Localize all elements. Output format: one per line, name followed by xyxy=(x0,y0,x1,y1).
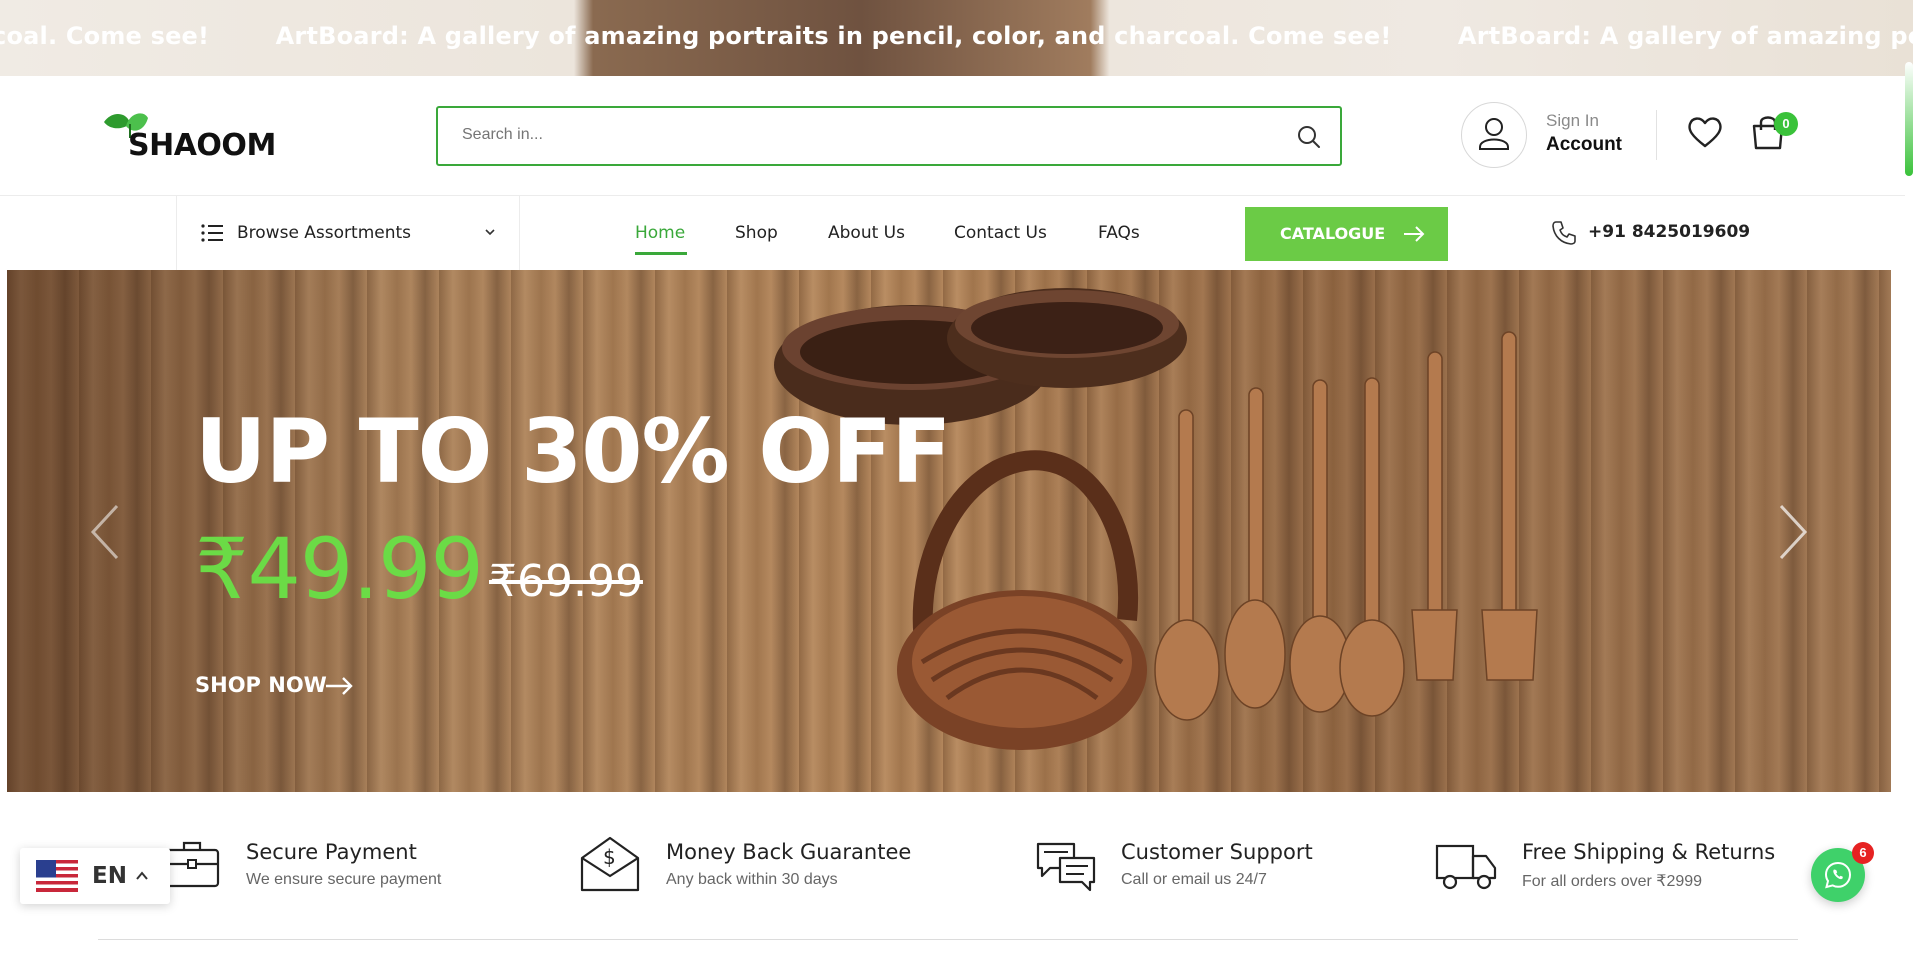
main-nav: Browse Assortments Home Shop About Us Co… xyxy=(0,196,1905,270)
arrow-right-icon xyxy=(1404,226,1425,242)
phone-number-link[interactable]: +91 8425019609 xyxy=(1588,222,1750,242)
search-input[interactable] xyxy=(462,126,1262,144)
section-divider xyxy=(98,939,1798,940)
language-switcher[interactable]: EN xyxy=(20,848,170,904)
feature-title: Money Back Guarantee xyxy=(666,840,912,864)
wooden-kitchenware-image xyxy=(774,288,1538,750)
announcement-item[interactable]: ArtBoard: A gallery of amazing portraits… xyxy=(276,22,1392,50)
browse-assortments-label: Browse Assortments xyxy=(237,223,412,243)
hero-title: UP TO 30% OFF xyxy=(195,400,951,503)
feature-title: Customer Support xyxy=(1121,840,1313,864)
svg-text:$: $ xyxy=(603,845,616,869)
chevron-up-icon xyxy=(136,871,148,880)
hero-original-price: ₹69.99 xyxy=(489,556,643,607)
truck-icon xyxy=(1435,844,1497,890)
nav-link-contact-us[interactable]: Contact Us xyxy=(954,223,1047,243)
wishlist-button[interactable] xyxy=(1686,114,1724,150)
feature-subtitle: We ensure secure payment xyxy=(246,871,442,888)
catalogue-button[interactable]: CATALOGUE xyxy=(1245,207,1448,261)
header-divider xyxy=(1656,110,1657,160)
features-strip: Secure Payment We ensure secure payment … xyxy=(0,820,1905,940)
search-box xyxy=(436,106,1342,166)
search-icon xyxy=(1298,126,1320,148)
chevron-down-icon xyxy=(485,229,495,236)
user-icon xyxy=(1479,118,1509,150)
logo-wordmark: SHAOOM xyxy=(128,128,276,163)
nav-link-shop[interactable]: Shop xyxy=(735,223,778,243)
feature-subtitle: For all orders over ₹2999 xyxy=(1522,873,1703,890)
chat-bubbles-icon xyxy=(1036,842,1096,892)
carousel-next-arrow[interactable] xyxy=(1775,502,1811,562)
phone-icon xyxy=(1552,221,1576,245)
search-button[interactable] xyxy=(1296,124,1322,150)
hero-sale-price: ₹49.99 xyxy=(195,520,484,618)
feature-subtitle: Call or email us 24/7 xyxy=(1121,871,1267,888)
nav-link-about-us[interactable]: About Us xyxy=(828,223,905,243)
announcement-item[interactable]: rcoal. Come see! xyxy=(0,22,209,50)
whatsapp-icon xyxy=(1824,861,1852,889)
cart-count-badge: 0 xyxy=(1774,112,1798,136)
heart-icon xyxy=(1688,117,1722,148)
account-link[interactable]: Account xyxy=(1546,134,1622,156)
feature-subtitle: Any back within 30 days xyxy=(666,871,838,888)
language-code: EN xyxy=(92,863,127,889)
account-avatar-button[interactable] xyxy=(1461,102,1527,168)
sign-in-link[interactable]: Sign In xyxy=(1546,111,1599,131)
nav-active-underline xyxy=(635,252,687,255)
site-logo[interactable]: SHAOOM xyxy=(100,108,280,168)
hero-banner[interactable]: UP TO 30% OFF ₹49.99 ₹69.99 SHOP NOW xyxy=(7,270,1891,792)
announcement-track: rcoal. Come see! ArtBoard: A gallery of … xyxy=(0,22,1913,50)
list-icon xyxy=(201,224,223,242)
money-envelope-icon: $ xyxy=(580,836,640,892)
nav-link-faqs[interactable]: FAQs xyxy=(1098,223,1140,243)
arrow-right-icon xyxy=(326,677,353,695)
nav-link-home[interactable]: Home xyxy=(635,223,685,243)
announcement-item[interactable]: ArtBoard: A gallery of amazing portraits… xyxy=(1458,22,1913,50)
feature-title: Free Shipping & Returns xyxy=(1522,840,1776,864)
carousel-prev-arrow[interactable] xyxy=(87,502,123,562)
page-scrollbar-thumb[interactable] xyxy=(1905,62,1913,176)
site-header: SHAOOM Sign In Account 0 xyxy=(0,76,1905,196)
catalogue-label: CATALOGUE xyxy=(1280,224,1386,243)
us-flag-icon xyxy=(36,860,78,892)
feature-title: Secure Payment xyxy=(246,840,417,864)
shop-now-button[interactable]: SHOP NOW xyxy=(195,673,327,697)
whatsapp-notification-badge: 6 xyxy=(1852,842,1874,864)
announcement-bar: rcoal. Come see! ArtBoard: A gallery of … xyxy=(0,0,1913,76)
browse-assortments-dropdown[interactable]: Browse Assortments xyxy=(176,196,520,270)
